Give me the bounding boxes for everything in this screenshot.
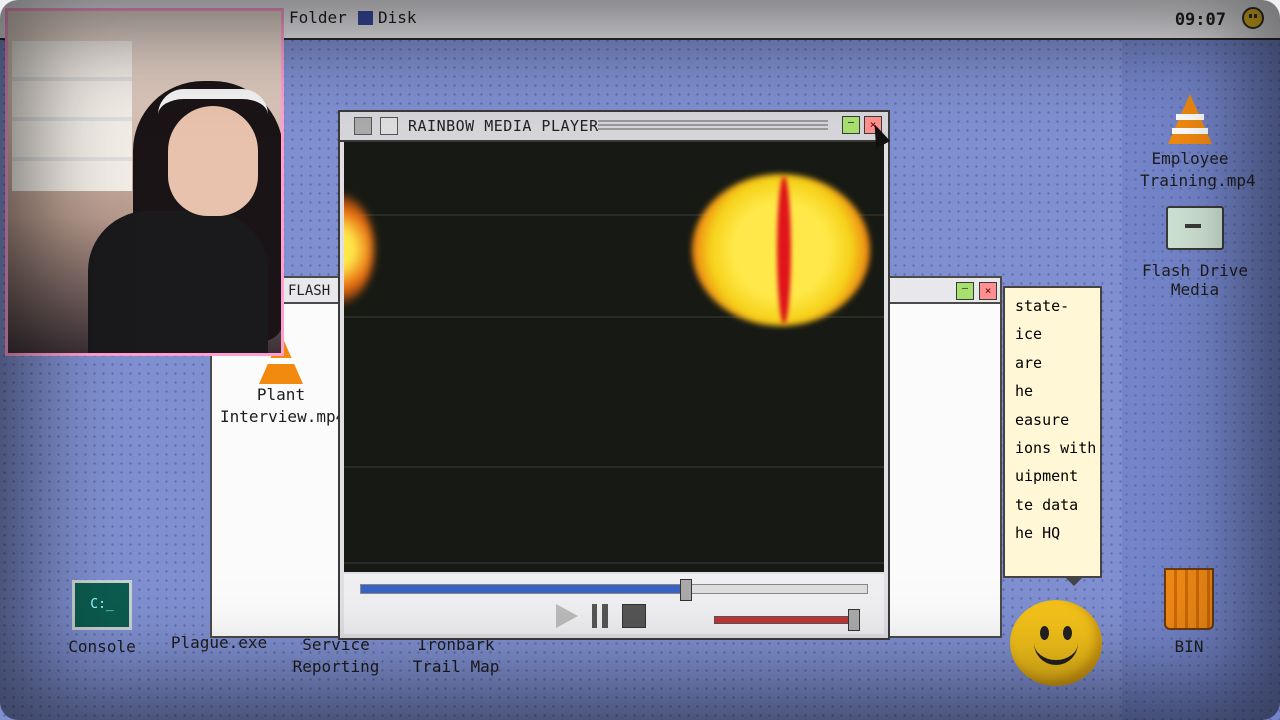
close-button[interactable]: × xyxy=(979,282,997,300)
flash-drive-label-1: Flash Drive xyxy=(1142,261,1248,280)
service-reporting-app[interactable]: Service Reporting xyxy=(284,634,388,678)
note-line: state- xyxy=(1015,297,1070,315)
note-line: te data xyxy=(1015,495,1079,514)
note-line: he xyxy=(1015,382,1034,401)
video-viewport[interactable] xyxy=(344,142,884,572)
traffic-cone-icon xyxy=(1168,94,1212,144)
plague-label: Plague.exe xyxy=(170,633,268,652)
console-label: Console xyxy=(68,637,136,656)
media-player-window: RAINBOW MEDIA PLAYER – × xyxy=(338,110,890,640)
note-tail xyxy=(1064,576,1084,586)
streamer-headband xyxy=(158,89,268,115)
employee-training-file[interactable]: Employee Training.mp4 xyxy=(1140,94,1256,192)
flash-drive-media-folder[interactable]: Flash Drive Media xyxy=(1140,206,1250,298)
note-line: are xyxy=(1015,353,1043,372)
note-line: ice xyxy=(1015,325,1043,344)
note-panel: state- ice are he easure ions with uipme… xyxy=(1003,286,1102,578)
note-line: uipment xyxy=(1015,467,1079,486)
shelf xyxy=(12,41,132,191)
seek-bar-fill xyxy=(361,585,685,593)
media-player-title: RAINBOW MEDIA PLAYER xyxy=(408,117,599,135)
trash-bin-icon xyxy=(1164,568,1214,630)
window-menu-icon[interactable] xyxy=(354,117,372,135)
note-line: ions with xyxy=(1015,439,1097,458)
video-eye-partial xyxy=(344,194,374,304)
video-pupil xyxy=(777,176,791,324)
plant-interview-label-2: Interview.mp4 xyxy=(220,407,346,426)
webcam-overlay xyxy=(5,8,284,356)
disk-icon xyxy=(358,11,373,25)
menu-folder[interactable]: Folder xyxy=(289,8,347,27)
pause-button[interactable] xyxy=(592,604,608,628)
player-controls xyxy=(344,574,884,634)
volume-fill xyxy=(715,617,859,623)
employee-training-label-2: Training.mp4 xyxy=(1140,171,1256,190)
plant-interview-label-1: Plant xyxy=(256,385,306,404)
service-reporting-label-2: Reporting xyxy=(292,657,380,676)
flash-window-title: FLASH xyxy=(288,283,331,299)
media-player-titlebar[interactable]: RAINBOW MEDIA PLAYER – × xyxy=(340,112,888,142)
employee-training-label-1: Employee xyxy=(1151,149,1229,168)
volume-handle[interactable] xyxy=(848,609,860,631)
seek-bar[interactable] xyxy=(360,579,868,601)
bin-folder[interactable]: BIN xyxy=(1158,568,1220,658)
note-line: he HQ xyxy=(1015,524,1061,543)
menu-disk[interactable]: Disk xyxy=(358,8,417,27)
smiley-icon[interactable] xyxy=(1242,7,1264,29)
seek-handle[interactable] xyxy=(679,579,692,601)
ironbark-trail-map[interactable]: Ironbark Trail Map xyxy=(404,634,508,678)
minimize-button[interactable]: – xyxy=(956,282,974,300)
console-app[interactable]: C:_ Console xyxy=(60,580,144,658)
bin-label: BIN xyxy=(1174,637,1204,656)
ironbark-label-2: Trail Map xyxy=(412,657,500,676)
window-shade-icon[interactable] xyxy=(380,117,398,135)
minimize-button[interactable]: – xyxy=(842,116,860,134)
smiley-assistant-icon[interactable] xyxy=(1010,600,1102,686)
flash-drive-label-2: Media xyxy=(1170,280,1220,299)
folder-icon xyxy=(1166,206,1224,250)
note-line: easure xyxy=(1015,410,1070,429)
titlebar-grip xyxy=(598,120,828,132)
terminal-icon: C:_ xyxy=(72,580,132,630)
play-button[interactable] xyxy=(556,604,578,628)
volume-slider[interactable] xyxy=(714,609,860,631)
streamer-body xyxy=(88,211,268,353)
streamer-face xyxy=(168,106,258,216)
clock: 09:07 xyxy=(1174,10,1226,30)
plague-exe[interactable]: Plague.exe xyxy=(164,632,274,654)
menu-disk-label: Disk xyxy=(378,8,417,27)
stop-button[interactable] xyxy=(622,604,646,628)
